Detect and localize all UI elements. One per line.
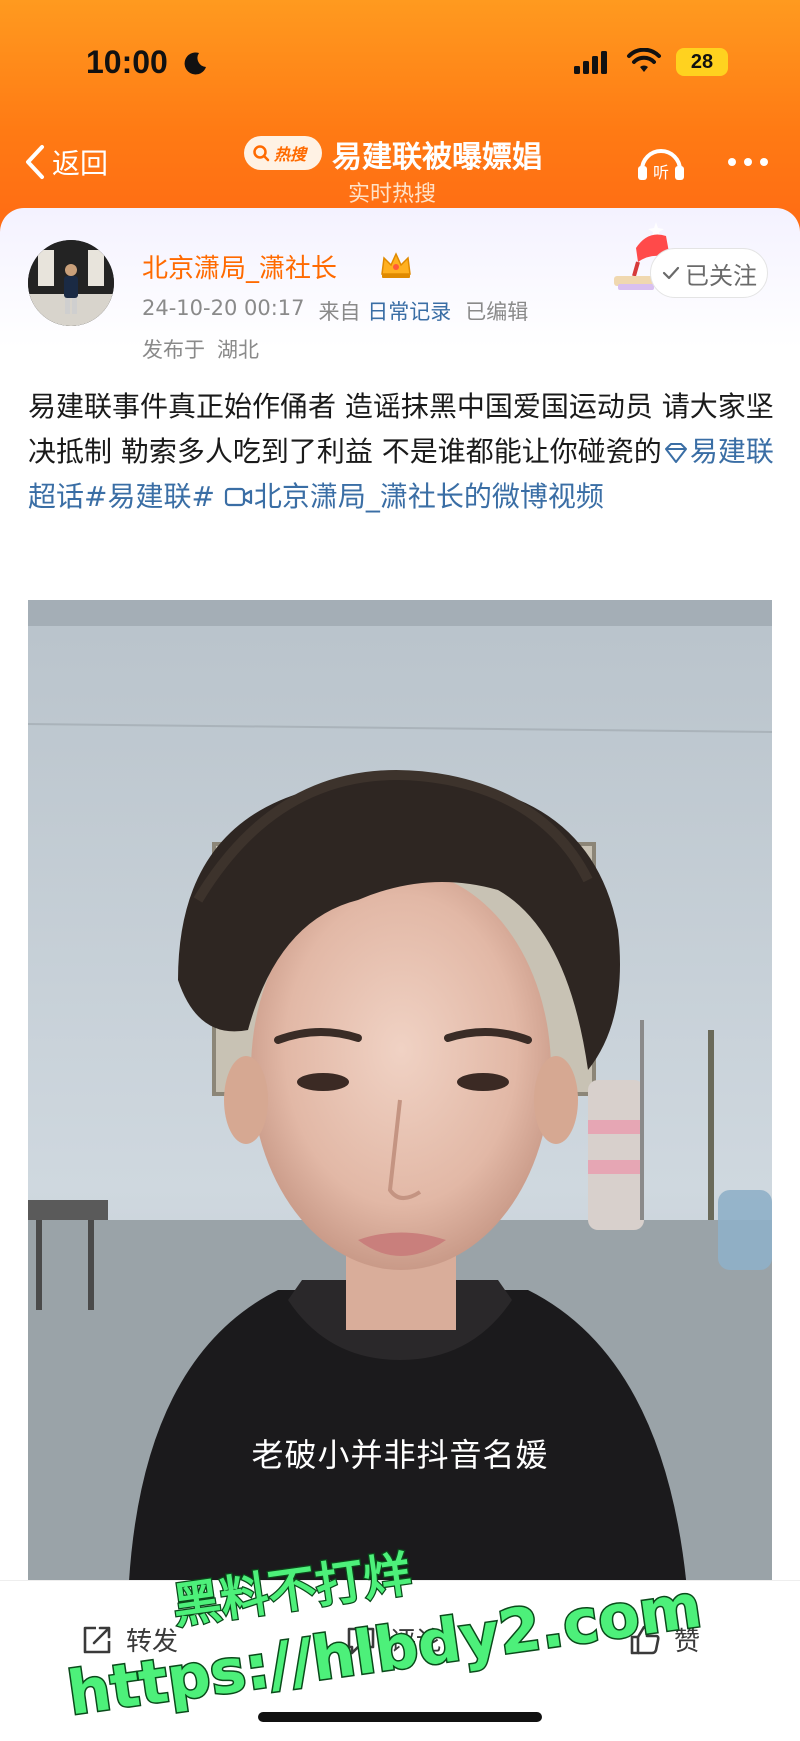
- location: 湖北: [217, 338, 259, 362]
- video-link-icon: [224, 487, 252, 507]
- diamond-supertopic-icon: [664, 443, 687, 463]
- avatar-image: [28, 240, 114, 326]
- repost-button[interactable]: 转发: [80, 1621, 178, 1658]
- checkmark-icon: [662, 266, 680, 280]
- top-nav-bar: 返回 热搜 易建联被曝嫖娼 实时热搜 听: [0, 130, 800, 210]
- thumbs-up-icon: [630, 1625, 660, 1654]
- chevron-left-icon: [26, 145, 44, 179]
- post-card: 北京潇局_潇社长 24-10-20 00:17 来自 日常记录 已编辑 发布于 …: [0, 208, 800, 1741]
- video-link[interactable]: 北京潇局_潇社长的微博视频: [254, 480, 604, 513]
- follow-label: 已关注: [685, 261, 757, 290]
- username[interactable]: 北京潇局_潇社长: [142, 248, 337, 285]
- page-subtitle: 实时热搜: [348, 182, 437, 207]
- avatar[interactable]: [28, 240, 114, 326]
- post-body: 易建联事件真正始作俑者 造谣抹黑中国爱国运动员 请大家坚决抵制 勒索多人吃到了利…: [28, 384, 776, 519]
- location-prefix: 发布于: [142, 338, 205, 362]
- source-link[interactable]: 日常记录: [367, 300, 451, 324]
- cellular-signal-icon: [574, 51, 607, 74]
- like-button[interactable]: 赞: [628, 1621, 700, 1658]
- hot-search-badge: 热搜: [244, 136, 322, 170]
- repost-icon: [83, 1626, 111, 1653]
- like-label: 赞: [674, 1627, 701, 1657]
- title-area: 热搜 易建联被曝嫖娼 实时热搜: [240, 130, 580, 210]
- video-subtitle: 老破小并非抖音名媛: [251, 1436, 549, 1474]
- battery-level: 28: [676, 48, 728, 76]
- moon-icon: [184, 52, 206, 75]
- video-player[interactable]: 老破小并非抖音名媛: [28, 600, 772, 1582]
- headphones-listen-icon[interactable]: 听: [636, 140, 686, 184]
- hot-badge-label: 热搜: [274, 145, 307, 164]
- search-icon: [253, 145, 270, 162]
- post-date: 24-10-20 00:17: [142, 296, 305, 320]
- post-meta: 24-10-20 00:17 来自 日常记录 已编辑: [142, 296, 528, 326]
- status-time: 10:00: [86, 44, 168, 80]
- status-bar: 10:00 28: [0, 0, 800, 130]
- back-label: 返回: [52, 147, 109, 180]
- source-prefix: 来自: [318, 300, 361, 324]
- comment-button[interactable]: 评论: [344, 1621, 442, 1658]
- wifi-icon: [627, 48, 661, 72]
- back-button[interactable]: 返回: [24, 138, 108, 186]
- edited-label[interactable]: 已编辑: [465, 296, 528, 326]
- more-options-icon[interactable]: [724, 154, 772, 170]
- follow-button[interactable]: 已关注: [650, 248, 768, 298]
- listen-label: 听: [653, 163, 669, 182]
- comment-label: 评论: [390, 1627, 443, 1657]
- action-bar: 转发 评论 赞: [0, 1580, 800, 1690]
- hashtag-link[interactable]: #易建联#: [84, 480, 215, 513]
- page-title: 易建联被曝嫖娼: [332, 140, 542, 175]
- crown-badge-icon: [381, 252, 411, 278]
- repost-label: 转发: [126, 1627, 179, 1657]
- comment-icon: [347, 1627, 375, 1654]
- location-row: 发布于 湖北: [142, 334, 259, 364]
- home-indicator: [258, 1712, 542, 1722]
